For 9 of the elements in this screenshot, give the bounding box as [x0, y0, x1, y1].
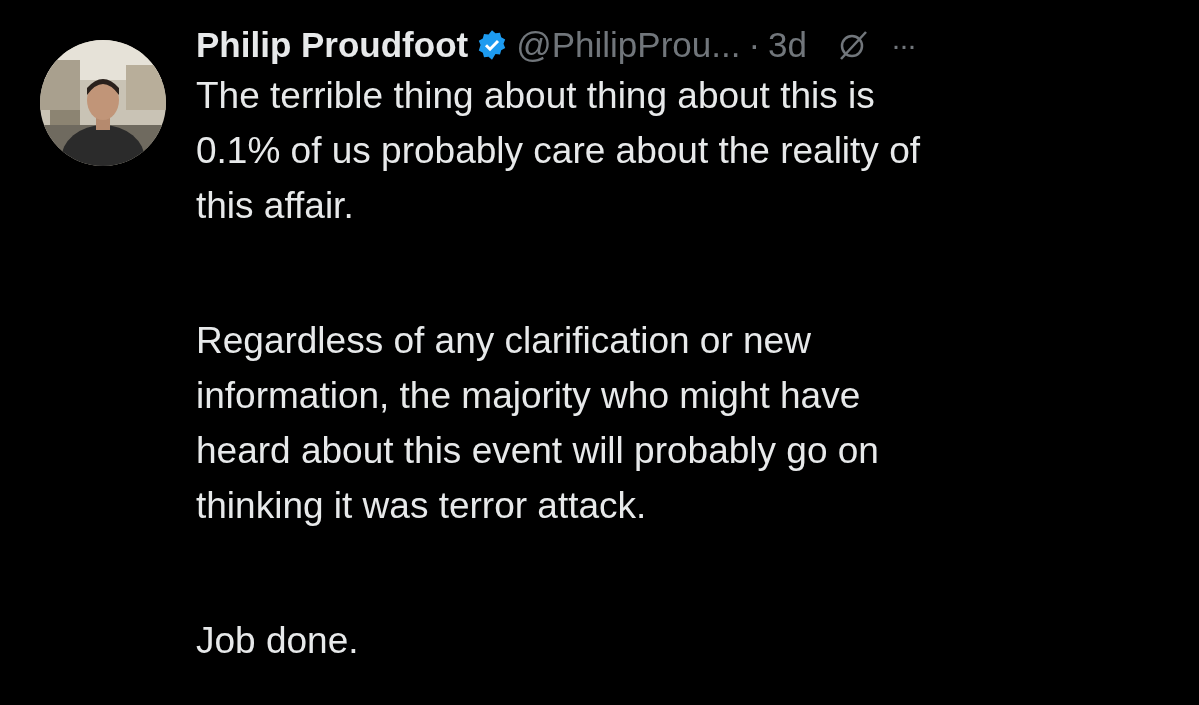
separator: ·: [748, 25, 761, 65]
more-icon[interactable]: ···: [891, 28, 915, 62]
user-handle[interactable]: @PhilipProu...: [516, 25, 741, 65]
author-name[interactable]: Philip Proudfoot: [196, 25, 469, 65]
post-paragraph: Job done.: [196, 619, 360, 663]
post-paragraph: The terrible thing about thing about this is 0.1% of us probably care about the reality of this affair.: [196, 74, 920, 228]
post-time[interactable]: 3d: [768, 25, 808, 65]
post-paragraph: Regardless of any clarification or new information, the majority who might have heard about this event will probably go on thinking it was terror attack.: [196, 319, 880, 528]
slashed-circle-icon[interactable]: [837, 29, 870, 61]
